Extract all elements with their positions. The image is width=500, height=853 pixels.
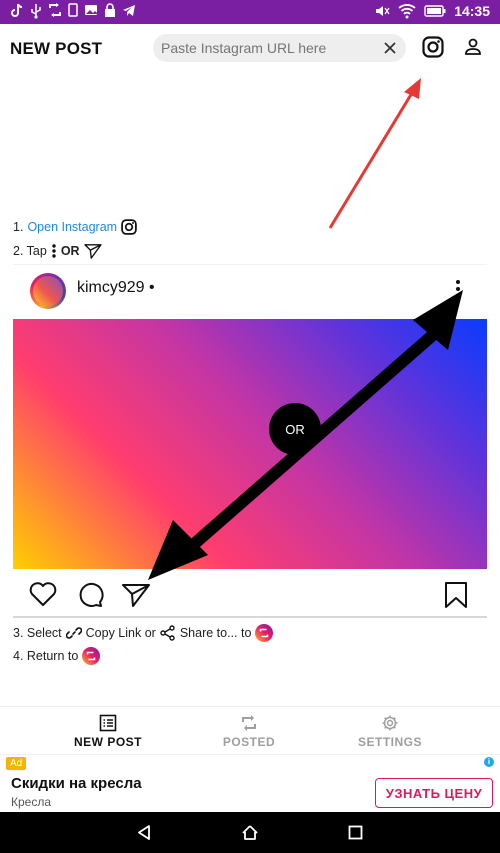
mute-icon	[376, 6, 390, 16]
url-input[interactable]	[161, 34, 376, 62]
gear-icon	[382, 715, 398, 731]
recents-icon[interactable]	[348, 825, 363, 840]
tab-new-post-label: NEW POST	[73, 735, 142, 749]
tab-settings[interactable]: SETTINGS	[330, 707, 450, 755]
or-badge: OR	[269, 403, 321, 455]
clear-icon[interactable]	[382, 40, 398, 56]
tab-settings-label: SETTINGS	[357, 735, 422, 749]
wifi-icon	[398, 4, 416, 19]
step1-number: 1.	[13, 220, 24, 234]
bookmark-icon	[445, 582, 467, 608]
usb-icon	[31, 4, 41, 19]
step3-prefix: 3. Select	[13, 626, 62, 640]
status-bar: 14:35	[0, 0, 500, 24]
step3-copy: Copy Link or	[85, 626, 156, 640]
profile-icon[interactable]	[464, 38, 482, 56]
step4-prefix: 4. Return to	[13, 649, 79, 663]
tab-posted-label: POSTED	[222, 735, 276, 749]
info-icon[interactable]: i	[484, 757, 494, 767]
repost-app-icon	[49, 3, 61, 17]
bottom-navigation: NEW POST POSTED SETTINGS	[0, 706, 500, 754]
send-icon	[122, 584, 150, 607]
instruction-step-2: 2. Tap OR	[13, 243, 102, 259]
ad-badge: Ad	[6, 757, 27, 770]
page-title: NEW POST	[10, 39, 103, 58]
ad-title: Скидки на кресла	[11, 775, 142, 792]
share-icon	[160, 625, 175, 641]
system-navigation-bar	[0, 812, 500, 853]
status-right: 14:35	[374, 3, 490, 19]
link-icon	[65, 627, 82, 639]
open-instagram-link[interactable]: Open Instagram	[27, 220, 117, 234]
red-pointer-arrow	[328, 78, 421, 229]
url-search-box	[153, 34, 406, 62]
status-time: 14:35	[454, 3, 490, 19]
image-icon	[85, 5, 97, 15]
more-vert-icon	[52, 244, 56, 258]
lock-icon	[105, 3, 115, 17]
battery-icon	[424, 5, 446, 17]
app-logo-icon	[255, 624, 274, 642]
ad-cta-button[interactable]: УЗНАТЬ ЦЕНУ	[375, 778, 493, 808]
telegram-icon	[123, 5, 135, 16]
app-logo-icon	[82, 647, 101, 665]
back-icon[interactable]	[136, 824, 152, 841]
comment-icon	[79, 582, 104, 607]
notification-icons	[10, 3, 136, 19]
tab-posted[interactable]: POSTED	[189, 707, 309, 755]
step3-share: Share to... to	[179, 626, 252, 640]
phone-icon	[68, 3, 78, 17]
instagram-icon	[121, 219, 137, 235]
instruction-step-3: 3. Select Copy Link or Share to... to	[13, 624, 274, 642]
send-icon	[83, 244, 102, 259]
step2-text: 2. Tap	[13, 244, 47, 258]
step2-or: OR	[60, 244, 80, 258]
ad-subtitle: Кресла	[11, 795, 52, 809]
tiktok-icon	[11, 3, 23, 17]
repost-icon	[242, 715, 256, 731]
avatar	[30, 273, 66, 309]
instruction-step-4: 4. Return to	[13, 647, 101, 665]
ad-banner[interactable]: Ad i Скидки на кресла Кресла УЗНАТЬ ЦЕНУ	[0, 754, 500, 812]
tab-new-post[interactable]: NEW POST	[48, 707, 168, 755]
home-icon[interactable]	[241, 824, 259, 841]
heart-icon	[29, 582, 57, 606]
instruction-step-1: 1. Open Instagram	[13, 219, 137, 235]
instagram-post-preview: kimcy929 • OR	[13, 264, 487, 618]
instagram-icon[interactable]	[422, 36, 444, 58]
list-icon	[99, 714, 117, 732]
